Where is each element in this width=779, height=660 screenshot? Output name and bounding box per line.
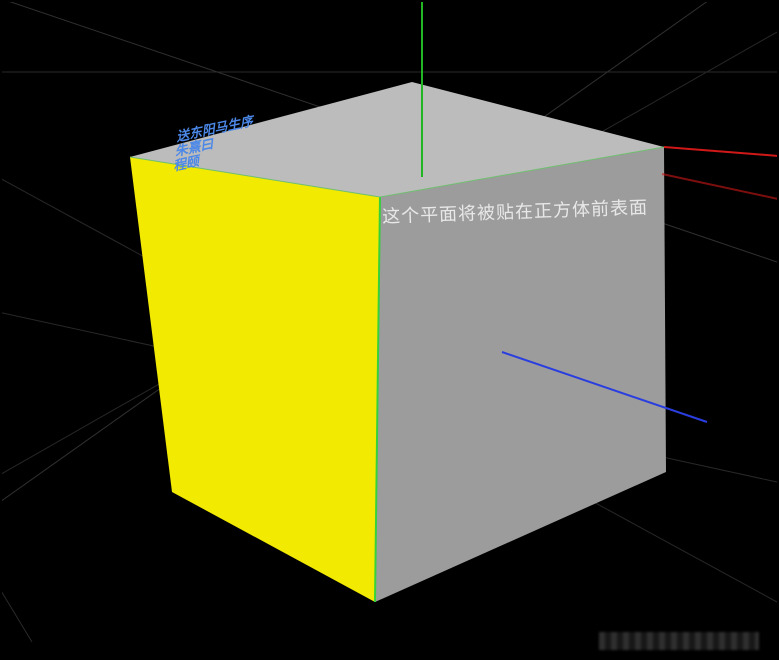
3d-viewport[interactable]: 这个平面将被贴在正方体前表面 送东阳马生序 朱熹曰 程颐 [2,2,777,658]
scene-render [2,2,777,658]
watermark [599,632,759,650]
cube-left-face [130,157,380,602]
x-axis [664,147,777,157]
cube-front-face [375,147,666,602]
cube [130,82,666,602]
